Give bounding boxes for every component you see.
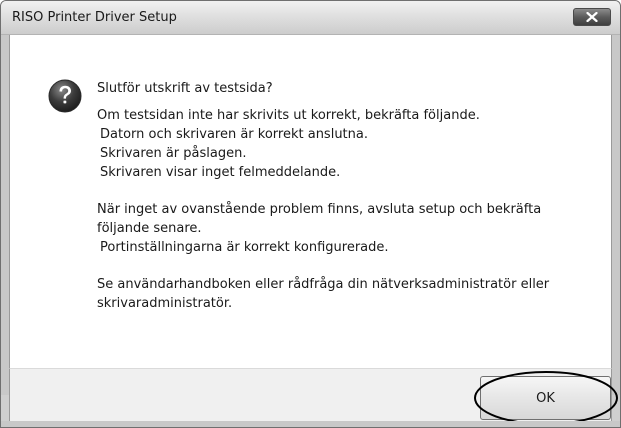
check-item: Skrivaren är påslagen.	[100, 146, 247, 161]
close-icon	[586, 12, 598, 22]
ok-button[interactable]: OK	[480, 376, 611, 420]
window-frame-bottom	[1, 421, 620, 427]
help-line: Se användarhandboken eller rådfråga din …	[97, 277, 550, 292]
check-item: Portinställningarna är korrekt konfigure…	[100, 240, 389, 255]
close-button[interactable]	[573, 8, 611, 26]
window-frame-right	[611, 35, 620, 395]
instruction-line: När inget av ovanstående problem finns, …	[97, 202, 542, 217]
instruction-line: Om testsidan inte har skrivits ut korrek…	[97, 108, 480, 123]
question-icon	[48, 79, 82, 113]
help-line: skrivaradministratör.	[97, 296, 233, 311]
title-bar[interactable]: RISO Printer Driver Setup	[1, 1, 620, 35]
window-title: RISO Printer Driver Setup	[12, 10, 177, 25]
message-area: Slutför utskrift av testsida? Om testsid…	[9, 35, 612, 368]
check-item: Skrivaren visar inget felmeddelande.	[100, 165, 341, 180]
instruction-line: följande senare.	[97, 221, 202, 236]
check-item: Datorn och skrivaren är korrekt anslutna…	[100, 127, 368, 142]
message-text: Slutför utskrift av testsida? Om testsid…	[97, 79, 597, 313]
dialog-window: RISO Printer Driver Setup Slutför utskri…	[0, 0, 621, 428]
question-text: Slutför utskrift av testsida?	[97, 81, 273, 96]
